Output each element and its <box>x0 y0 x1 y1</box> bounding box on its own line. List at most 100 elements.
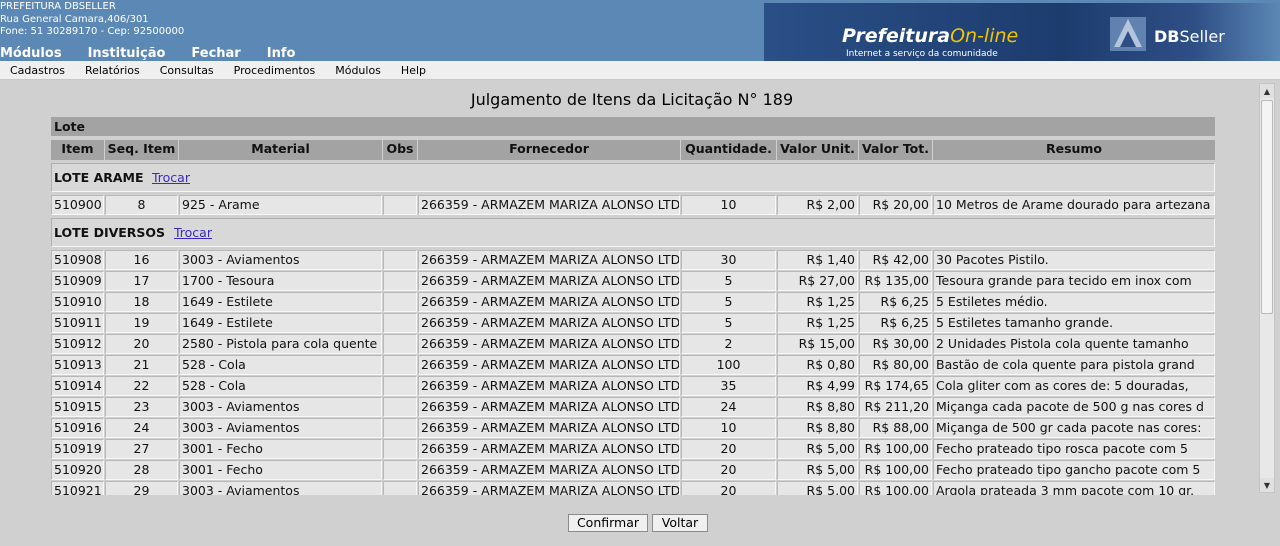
col-valor-unit: Valor Unit. <box>777 140 858 160</box>
items-table: Lote Item Seq. Item Material Obs Fornece… <box>51 117 1215 495</box>
nav-info[interactable]: Info <box>267 46 296 61</box>
cell-total: R$ 211,20 <box>859 397 932 417</box>
cell-unit: R$ 0,80 <box>777 355 858 375</box>
cell-unit: R$ 5,00 <box>777 460 858 480</box>
table-row[interactable]: 510914 22 528 - Cola 266359 - ARMAZEM MARIZ… <box>51 376 1215 396</box>
table-row[interactable]: 510909 17 1700 - Tesoura 266359 - ARMAZEM M… <box>51 271 1215 291</box>
cell-item: 510911 <box>51 313 104 333</box>
cell-seq: 22 <box>105 376 178 396</box>
cell-resumo: 10 Metros de Arame dourado para artezana <box>933 195 1215 215</box>
cell-fornecedor: 266359 - ARMAZEM MARIZA ALONSO LTDA <box>418 397 680 417</box>
cell-material: 925 - Arame <box>179 195 382 215</box>
cell-unit: R$ 2,00 <box>777 195 858 215</box>
cell-resumo: Tesoura grande para tecido em inox com <box>933 271 1215 291</box>
lote-group-header: LOTE ARAME Trocar <box>51 163 1215 192</box>
cell-seq: 28 <box>105 460 178 480</box>
cell-fornecedor: 266359 - ARMAZEM MARIZA ALONSO LTDA <box>418 376 680 396</box>
cell-material: 1700 - Tesoura <box>179 271 382 291</box>
cell-material: 3003 - Aviamentos <box>179 250 382 270</box>
table-row[interactable]: 510900 8 925 - Arame 266359 - ARMAZEM MARIZ… <box>51 195 1215 215</box>
scroll-up-icon[interactable]: ▲ <box>1260 84 1274 98</box>
cell-unit: R$ 4,99 <box>777 376 858 396</box>
back-button[interactable]: Voltar <box>652 514 708 532</box>
trocar-link[interactable]: Trocar <box>152 170 190 185</box>
menu-consultas[interactable]: Consultas <box>160 64 214 77</box>
cell-obs <box>383 195 417 215</box>
cell-total: R$ 6,25 <box>859 292 932 312</box>
cell-material: 1649 - Estilete <box>179 313 382 333</box>
org-phone: Fone: 51 30289170 - Cep: 92500000 <box>0 26 185 37</box>
nav-modulos[interactable]: Módulos <box>0 46 62 61</box>
table-row[interactable]: 510910 18 1649 - Estilete 266359 - ARMAZEM … <box>51 292 1215 312</box>
nav-instituicao[interactable]: Instituição <box>88 46 166 61</box>
table-row[interactable]: 510913 21 528 - Cola 266359 - ARMAZEM MARIZ… <box>51 355 1215 375</box>
menu-cadastros[interactable]: Cadastros <box>10 64 65 77</box>
cell-material: 528 - Cola <box>179 376 382 396</box>
cell-unit: R$ 8,80 <box>777 397 858 417</box>
cell-fornecedor: 266359 - ARMAZEM MARIZA ALONSO LTDA <box>418 292 680 312</box>
cell-material: 3001 - Fecho <box>179 460 382 480</box>
cell-unit: R$ 5,00 <box>777 439 858 459</box>
cell-qty: 10 <box>681 195 776 215</box>
scroll-thumb[interactable] <box>1261 100 1273 314</box>
cell-material: 3001 - Fecho <box>179 439 382 459</box>
table-row[interactable]: 510921 29 3003 - Aviamentos 266359 - ARMAZE… <box>51 481 1215 495</box>
cell-fornecedor: 266359 - ARMAZEM MARIZA ALONSO LTDA <box>418 313 680 333</box>
menu-help[interactable]: Help <box>401 64 426 77</box>
cell-total: R$ 100,00 <box>859 481 932 495</box>
cell-qty: 20 <box>681 481 776 495</box>
cell-qty: 2 <box>681 334 776 354</box>
lote-name: LOTE DIVERSOS <box>54 225 166 240</box>
table-row[interactable]: 510911 19 1649 - Estilete 266359 - ARMAZEM … <box>51 313 1215 333</box>
dbseller-text-a: DB <box>1154 27 1180 46</box>
cell-unit: R$ 5,00 <box>777 481 858 495</box>
dbseller-text: DBSeller <box>1154 27 1225 46</box>
table-row[interactable]: 510919 27 3001 - Fecho 266359 - ARMAZEM MAR… <box>51 439 1215 459</box>
vertical-scrollbar[interactable]: ▲ ▼ <box>1259 83 1275 493</box>
cell-material: 2580 - Pistola para cola quente <box>179 334 382 354</box>
cell-fornecedor: 266359 - ARMAZEM MARIZA ALONSO LTDA <box>418 460 680 480</box>
cell-obs <box>383 292 417 312</box>
cell-resumo: Miçanga cada pacote de 500 g nas cores d <box>933 397 1215 417</box>
cell-resumo: Miçanga de 500 gr cada pacote nas cores: <box>933 418 1215 438</box>
confirm-button[interactable]: Confirmar <box>568 514 648 532</box>
cell-total: R$ 42,00 <box>859 250 932 270</box>
menu-modulos[interactable]: Módulos <box>335 64 381 77</box>
cell-qty: 5 <box>681 292 776 312</box>
cell-total: R$ 174,65 <box>859 376 932 396</box>
cell-item: 510910 <box>51 292 104 312</box>
cell-item: 510908 <box>51 250 104 270</box>
cell-unit: R$ 15,00 <box>777 334 858 354</box>
cell-item: 510912 <box>51 334 104 354</box>
col-resumo: Resumo <box>933 140 1215 160</box>
cell-resumo: Bastão de cola quente para pistola grand <box>933 355 1215 375</box>
menu-relatorios[interactable]: Relatórios <box>85 64 140 77</box>
dbseller-text-b: Seller <box>1179 27 1225 46</box>
header-nav: Módulos Instituição Fechar Info <box>0 46 321 61</box>
table-row[interactable]: 510920 28 3001 - Fecho 266359 - ARMAZEM MAR… <box>51 460 1215 480</box>
cell-qty: 100 <box>681 355 776 375</box>
cell-fornecedor: 266359 - ARMAZEM MARIZA ALONSO LTDA <box>418 439 680 459</box>
nav-fechar[interactable]: Fechar <box>191 46 240 61</box>
cell-obs <box>383 313 417 333</box>
table-row[interactable]: 510915 23 3003 - Aviamentos 266359 - ARMAZE… <box>51 397 1215 417</box>
table-row[interactable]: 510912 20 2580 - Pistola para cola quente 2… <box>51 334 1215 354</box>
cell-resumo: 30 Pacotes Pistilo. <box>933 250 1215 270</box>
cell-material: 1649 - Estilete <box>179 292 382 312</box>
cell-seq: 23 <box>105 397 178 417</box>
menu-procedimentos[interactable]: Procedimentos <box>234 64 316 77</box>
table-row[interactable]: 510916 24 3003 - Aviamentos 266359 - ARMAZE… <box>51 418 1215 438</box>
cell-seq: 29 <box>105 481 178 495</box>
menubar: Cadastros Relatórios Consultas Procedime… <box>0 61 1280 80</box>
cell-seq: 20 <box>105 334 178 354</box>
cell-seq: 19 <box>105 313 178 333</box>
table-row[interactable]: 510908 16 3003 - Aviamentos 266359 - ARMAZE… <box>51 250 1215 270</box>
scroll-down-icon[interactable]: ▼ <box>1260 478 1274 492</box>
cell-item: 510900 <box>51 195 104 215</box>
col-quantidade: Quantidade. <box>681 140 776 160</box>
dbseller-logo-icon <box>1110 17 1146 51</box>
trocar-link[interactable]: Trocar <box>174 225 212 240</box>
cell-fornecedor: 266359 - ARMAZEM MARIZA ALONSO LTDA <box>418 355 680 375</box>
cell-fornecedor: 266359 - ARMAZEM MARIZA ALONSO LTDA <box>418 195 680 215</box>
cell-material: 3003 - Aviamentos <box>179 418 382 438</box>
